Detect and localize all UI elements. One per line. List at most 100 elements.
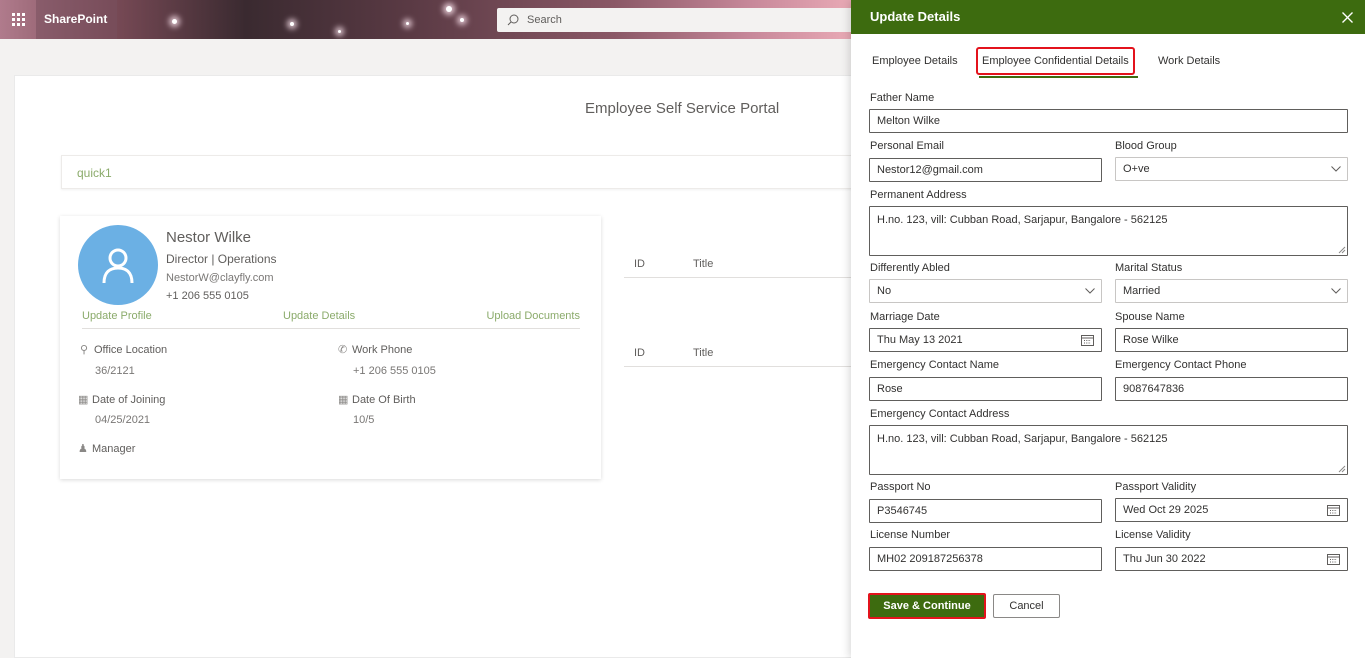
profile-name: Nestor Wilke: [166, 229, 252, 246]
blood-group-value: O+ve: [1123, 163, 1150, 175]
calendar-icon: [1081, 329, 1094, 351]
calendar-icon: ▦: [78, 394, 89, 406]
father-name-label: Father Name: [870, 92, 935, 104]
column-header-id: ID: [634, 347, 645, 359]
passport-validity-label: Passport Validity: [1115, 481, 1197, 493]
search-box[interactable]: Search: [497, 8, 867, 32]
profile-role: Director | Operations: [166, 252, 277, 266]
background-sparkle: [446, 6, 452, 12]
father-name-input[interactable]: Melton Wilke: [869, 109, 1348, 133]
table-header: ID Title: [624, 337, 854, 367]
spouse-name-label: Spouse Name: [1115, 311, 1185, 323]
date-of-birth-label: ▦ Date Of Birth: [338, 394, 416, 406]
personal-email-input[interactable]: Nestor12@gmail.com: [869, 158, 1102, 182]
marital-status-dropdown[interactable]: Married: [1115, 279, 1348, 303]
close-icon: [1341, 11, 1353, 23]
license-number-input[interactable]: MH02 209187256378: [869, 547, 1102, 571]
blood-group-label: Blood Group: [1115, 140, 1177, 152]
resize-grip-icon[interactable]: [1338, 465, 1346, 473]
license-number-label: License Number: [870, 529, 951, 541]
tab-work-details[interactable]: Work Details: [1158, 47, 1220, 75]
marriage-date-label: Marriage Date: [870, 311, 940, 323]
profile-phone: +1 206 555 0105: [166, 290, 249, 302]
calendar-icon: [1327, 499, 1340, 521]
emergency-contact-name-label: Emergency Contact Name: [870, 359, 999, 371]
active-tab-indicator: [979, 76, 1138, 78]
chevron-down-icon: [1085, 280, 1095, 302]
column-header-title: Title: [693, 258, 714, 270]
permanent-address-textarea[interactable]: H.no. 123, vill: Cubban Road, Sarjapur, …: [869, 206, 1348, 256]
brand-link[interactable]: SharePoint: [36, 0, 117, 39]
close-button[interactable]: [1339, 0, 1355, 34]
passport-validity-value: Wed Oct 29 2025: [1123, 504, 1209, 516]
marital-status-label: Marital Status: [1115, 262, 1183, 274]
update-details-link[interactable]: Update Details: [283, 310, 355, 322]
phone-icon: ✆: [338, 344, 348, 356]
waffle-icon: [11, 13, 25, 26]
passport-no-input[interactable]: P3546745: [869, 499, 1102, 523]
tab-employee-confidential-details[interactable]: Employee Confidential Details: [976, 47, 1135, 75]
save-continue-button[interactable]: Save & Continue: [868, 593, 986, 619]
work-phone-value: +1 206 555 0105: [353, 365, 436, 377]
blood-group-dropdown[interactable]: O+ve: [1115, 157, 1348, 181]
permanent-address-label: Permanent Address: [870, 189, 967, 201]
spouse-name-input[interactable]: Rose Wilke: [1115, 328, 1348, 352]
differently-abled-value: No: [877, 285, 892, 297]
quick-links-bar: quick1: [61, 155, 861, 189]
passport-no-label: Passport No: [870, 481, 931, 493]
search-placeholder: Search: [527, 14, 562, 26]
work-phone-label: ✆ Work Phone: [338, 344, 413, 356]
manager-icon: ♟: [78, 443, 88, 455]
location-pin-icon: ⚲: [80, 344, 89, 356]
background-sparkle: [338, 30, 341, 33]
emergency-contact-name-input[interactable]: Rose: [869, 377, 1102, 401]
marriage-date-picker[interactable]: Thu May 13 2021: [869, 328, 1102, 352]
page-title: Employee Self Service Portal: [585, 100, 780, 117]
emergency-contact-phone-input[interactable]: 9087647836: [1115, 377, 1348, 401]
license-validity-picker[interactable]: Thu Jun 30 2022: [1115, 547, 1348, 571]
permanent-address-value: H.no. 123, vill: Cubban Road, Sarjapur, …: [877, 214, 1168, 226]
background-sparkle: [290, 22, 294, 26]
emergency-contact-address-textarea[interactable]: H.no. 123, vill: Cubban Road, Sarjapur, …: [869, 425, 1348, 475]
tab-employee-details[interactable]: Employee Details: [872, 47, 958, 75]
profile-card: Nestor Wilke Director | Operations Nesto…: [60, 216, 601, 479]
profile-email: NestorW@clayfly.com: [166, 272, 274, 284]
profile-links: Update Profile Update Details Upload Doc…: [82, 310, 580, 329]
emergency-contact-address-value: H.no. 123, vill: Cubban Road, Sarjapur, …: [877, 433, 1168, 445]
marriage-date-value: Thu May 13 2021: [877, 334, 963, 346]
update-profile-link[interactable]: Update Profile: [82, 310, 152, 322]
date-of-joining-label: ▦ Date of Joining: [78, 394, 166, 406]
chevron-down-icon: [1331, 158, 1341, 180]
date-of-joining-value: 04/25/2021: [95, 414, 151, 426]
person-icon: [102, 248, 134, 284]
app-launcher-button[interactable]: [0, 0, 36, 39]
personal-email-label: Personal Email: [870, 140, 944, 152]
panel-title: Update Details: [870, 9, 961, 24]
table-header: ID Title: [624, 248, 854, 278]
column-header-id: ID: [634, 258, 645, 270]
date-of-birth-value: 10/5: [353, 414, 375, 426]
upload-documents-link[interactable]: Upload Documents: [486, 310, 580, 322]
calendar-icon: [1327, 548, 1340, 570]
search-icon: [507, 14, 519, 26]
office-location-value: 36/2121: [95, 365, 135, 377]
cancel-button[interactable]: Cancel: [993, 594, 1060, 618]
marital-status-value: Married: [1123, 285, 1161, 297]
background-sparkle: [460, 18, 464, 22]
calendar-icon: ▦: [338, 394, 349, 406]
panel-header: Update Details: [851, 0, 1365, 34]
background-sparkle: [406, 22, 409, 25]
chevron-down-icon: [1331, 280, 1341, 302]
license-validity-value: Thu Jun 30 2022: [1123, 553, 1206, 565]
passport-validity-picker[interactable]: Wed Oct 29 2025: [1115, 498, 1348, 522]
emergency-contact-address-label: Emergency Contact Address: [870, 408, 1010, 420]
column-header-title: Title: [693, 347, 714, 359]
differently-abled-label: Differently Abled: [870, 262, 950, 274]
license-validity-label: License Validity: [1115, 529, 1191, 541]
differently-abled-dropdown[interactable]: No: [869, 279, 1102, 303]
resize-grip-icon[interactable]: [1338, 246, 1346, 254]
quick-link[interactable]: quick1: [77, 166, 112, 180]
emergency-contact-phone-label: Emergency Contact Phone: [1115, 359, 1247, 371]
office-location-label: ⚲ Office Location: [80, 344, 168, 356]
avatar: [78, 225, 158, 305]
